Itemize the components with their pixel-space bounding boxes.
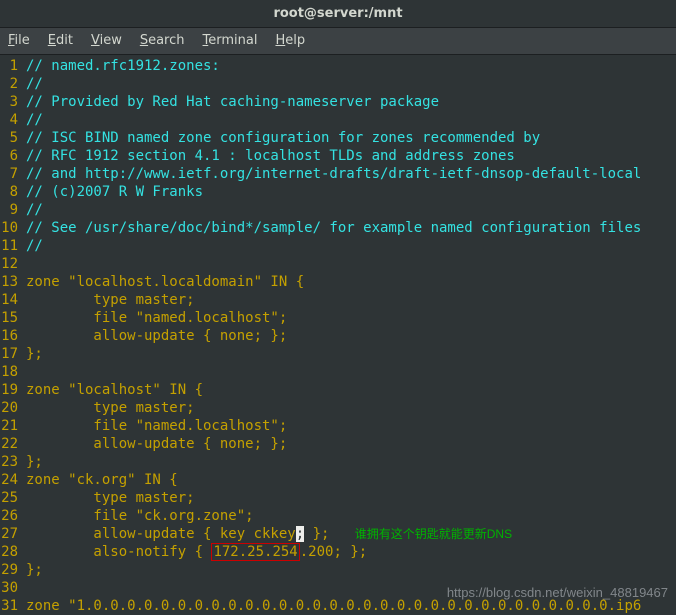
code-line[interactable]: type master;: [26, 399, 676, 417]
code-line[interactable]: [26, 363, 676, 381]
line-number: 3: [0, 93, 18, 111]
code-line[interactable]: // See /usr/share/doc/bind*/sample/ for …: [26, 219, 676, 237]
code-line[interactable]: file "named.localhost";: [26, 309, 676, 327]
code-line[interactable]: // named.rfc1912.zones:: [26, 57, 676, 75]
line-number: 17: [0, 345, 18, 363]
line-number: 23: [0, 453, 18, 471]
code-content[interactable]: // named.rfc1912.zones://// Provided by …: [20, 55, 676, 615]
line-number-gutter: 1234567891011121314151617181920212223242…: [0, 55, 20, 615]
code-line[interactable]: // Provided by Red Hat caching-nameserve…: [26, 93, 676, 111]
menu-search[interactable]: Search: [140, 33, 185, 48]
line-number: 31: [0, 597, 18, 615]
line-number: 1: [0, 57, 18, 75]
code-line[interactable]: };: [26, 561, 676, 579]
code-line[interactable]: type master;: [26, 489, 676, 507]
code-line[interactable]: zone "localhost" IN {: [26, 381, 676, 399]
line-number: 28: [0, 543, 18, 561]
line-number: 19: [0, 381, 18, 399]
code-line[interactable]: allow-update { none; };: [26, 435, 676, 453]
code-line[interactable]: //: [26, 75, 676, 93]
code-line[interactable]: allow-update { none; };: [26, 327, 676, 345]
line-number: 11: [0, 237, 18, 255]
line-number: 30: [0, 579, 18, 597]
line-number: 29: [0, 561, 18, 579]
code-line[interactable]: zone "localhost.localdomain" IN {: [26, 273, 676, 291]
line-number: 7: [0, 165, 18, 183]
line-number: 24: [0, 471, 18, 489]
watermark-text: https://blog.csdn.net/weixin_48819467: [447, 585, 668, 600]
editor-area[interactable]: 1234567891011121314151617181920212223242…: [0, 55, 676, 615]
annotation-text: 谁拥有这个钥匙就能更新DNS: [355, 527, 512, 541]
line-number: 6: [0, 147, 18, 165]
menu-view[interactable]: View: [91, 33, 122, 48]
line-number: 26: [0, 507, 18, 525]
window-title: root@server:/mnt: [0, 0, 676, 28]
line-number: 27: [0, 525, 18, 543]
line-number: 4: [0, 111, 18, 129]
line-number: 22: [0, 435, 18, 453]
line-number: 15: [0, 309, 18, 327]
code-line[interactable]: file "ck.org.zone";: [26, 507, 676, 525]
line-number: 14: [0, 291, 18, 309]
code-line[interactable]: // ISC BIND named zone configuration for…: [26, 129, 676, 147]
code-line[interactable]: allow-update { key ckkey; }; 谁拥有这个钥匙就能更新…: [26, 525, 676, 543]
menu-terminal[interactable]: Terminal: [203, 33, 258, 48]
code-line[interactable]: //: [26, 237, 676, 255]
code-line[interactable]: also-notify { 172.25.254.200; };: [26, 543, 676, 561]
text-cursor: ;: [296, 526, 304, 542]
code-line[interactable]: };: [26, 345, 676, 363]
code-line[interactable]: [26, 255, 676, 273]
code-line[interactable]: file "named.localhost";: [26, 417, 676, 435]
line-number: 16: [0, 327, 18, 345]
line-number: 9: [0, 201, 18, 219]
code-line[interactable]: // RFC 1912 section 4.1 : localhost TLDs…: [26, 147, 676, 165]
line-number: 8: [0, 183, 18, 201]
code-line[interactable]: //: [26, 111, 676, 129]
line-number: 12: [0, 255, 18, 273]
code-line[interactable]: //: [26, 201, 676, 219]
highlighted-ip: 172.25.254: [211, 543, 299, 561]
code-line[interactable]: zone "ck.org" IN {: [26, 471, 676, 489]
line-number: 2: [0, 75, 18, 93]
line-number: 21: [0, 417, 18, 435]
line-number: 5: [0, 129, 18, 147]
menu-file[interactable]: File: [8, 33, 30, 48]
code-line[interactable]: // (c)2007 R W Franks: [26, 183, 676, 201]
line-number: 18: [0, 363, 18, 381]
line-number: 25: [0, 489, 18, 507]
line-number: 20: [0, 399, 18, 417]
code-line[interactable]: };: [26, 453, 676, 471]
code-line[interactable]: // and http://www.ietf.org/internet-draf…: [26, 165, 676, 183]
menu-bar: File Edit View Search Terminal Help: [0, 28, 676, 55]
menu-help[interactable]: Help: [275, 33, 305, 48]
code-line[interactable]: type master;: [26, 291, 676, 309]
menu-edit[interactable]: Edit: [48, 33, 73, 48]
line-number: 13: [0, 273, 18, 291]
line-number: 10: [0, 219, 18, 237]
